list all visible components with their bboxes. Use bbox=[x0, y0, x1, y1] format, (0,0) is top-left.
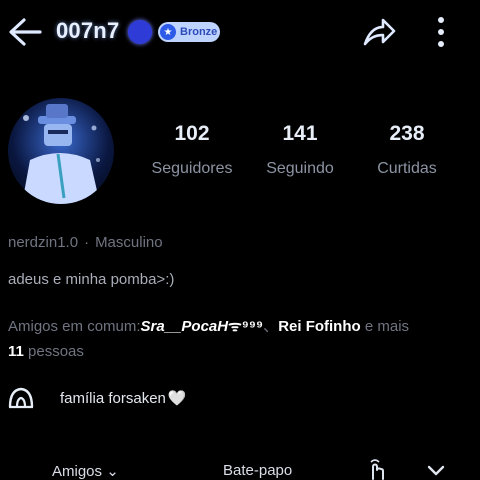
tab-friends-label: Amigos bbox=[52, 463, 103, 480]
community-row[interactable]: família forsaken 🤍 bbox=[8, 385, 187, 411]
bronze-badge[interactable]: ★ Bronze bbox=[158, 22, 220, 42]
tab-friends[interactable]: Amigos ⌄ bbox=[52, 462, 119, 480]
mutual-friends-suffix: pessoas bbox=[23, 343, 84, 360]
avatar[interactable] bbox=[8, 98, 114, 204]
hand-tap-icon[interactable] bbox=[366, 458, 388, 480]
likes-stat[interactable]: 238 Curtidas bbox=[352, 122, 462, 178]
white-heart-icon: 🤍 bbox=[167, 390, 187, 407]
chevron-down-icon: ⌄ bbox=[106, 463, 119, 480]
profile-meta: nerdzin1.0 · Masculino bbox=[8, 234, 163, 251]
sad-face-emoji-icon bbox=[128, 20, 152, 44]
mutual-friends-prefix: Amigos em comum: bbox=[8, 318, 141, 335]
profile-bio: adeus e minha pomba>:) bbox=[8, 271, 175, 288]
meta-separator: · bbox=[84, 234, 90, 251]
avatar-image bbox=[22, 104, 100, 204]
tab-chat[interactable]: Bate-papo bbox=[223, 462, 292, 479]
following-label: Seguindo bbox=[266, 160, 334, 177]
bronze-badge-icon: ★ bbox=[160, 24, 176, 40]
bottom-tabs: Amigos ⌄ Bate-papo bbox=[0, 456, 480, 480]
likes-count: 238 bbox=[389, 122, 425, 145]
community-name: família forsaken bbox=[60, 389, 166, 407]
followers-count: 102 bbox=[174, 122, 210, 145]
chevron-down-icon[interactable] bbox=[426, 464, 446, 478]
back-arrow-icon[interactable] bbox=[6, 14, 44, 50]
more-vertical-icon[interactable] bbox=[430, 14, 452, 50]
share-icon[interactable] bbox=[361, 16, 397, 48]
username-title: 007n7 bbox=[56, 18, 120, 43]
mutual-friends-middle: e mais bbox=[360, 318, 410, 335]
profile-gender: Masculino bbox=[95, 234, 163, 251]
badge-label: Bronze bbox=[180, 26, 218, 38]
followers-label: Seguidores bbox=[151, 160, 233, 177]
profile-handle: nerdzin1.0 bbox=[8, 234, 79, 251]
following-stat[interactable]: 141 Seguindo bbox=[245, 122, 355, 178]
mutual-friend-link[interactable]: Rei Fofinho bbox=[278, 318, 361, 335]
followers-stat[interactable]: 102 Seguidores bbox=[137, 122, 247, 178]
top-bar: 007n7 ★ Bronze bbox=[0, 0, 480, 66]
mutual-separator: 、 bbox=[263, 318, 279, 335]
likes-label: Curtidas bbox=[377, 160, 437, 177]
mutual-friends-count[interactable]: 11 bbox=[8, 343, 24, 360]
following-count: 141 bbox=[282, 122, 318, 145]
mutual-friend-suffix: ᯤ⁹⁹⁹ bbox=[228, 318, 264, 335]
mutual-friends: Amigos em comum:Sra__PocaHᯤ⁹⁹⁹、Rei Fofin… bbox=[8, 314, 472, 364]
mutual-friend-link[interactable]: Sra__PocaH bbox=[141, 318, 229, 335]
community-icon bbox=[8, 387, 34, 409]
